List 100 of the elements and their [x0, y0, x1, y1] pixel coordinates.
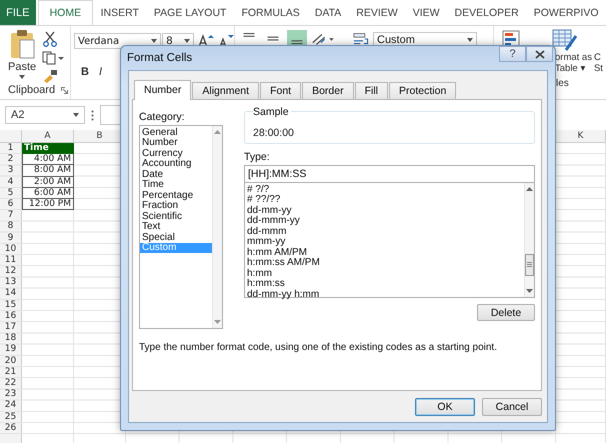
row-header[interactable]: 8	[0, 221, 21, 232]
copy-icon[interactable]	[42, 51, 64, 65]
list-item[interactable]: mmm-yy	[245, 237, 524, 248]
shrink-font-icon[interactable]	[218, 34, 234, 48]
dialog-button[interactable]: Cancel	[482, 398, 542, 416]
list-item[interactable]: General	[140, 128, 212, 138]
scroll-down-icon[interactable]	[214, 320, 221, 324]
caret-icon[interactable]	[73, 113, 79, 117]
dialog-tab[interactable]: Border	[302, 82, 354, 99]
format-as-table-label[interactable]: ormat as	[555, 52, 592, 63]
orientation-icon[interactable]	[311, 31, 335, 47]
grow-font-icon[interactable]	[198, 34, 214, 48]
column-header[interactable]: A	[22, 130, 74, 142]
row-header[interactable]: 17	[0, 322, 21, 334]
launcher-icon[interactable]	[61, 86, 68, 94]
dialog-tab[interactable]: Alignment	[192, 82, 260, 99]
list-item[interactable]: h:mm:ss	[245, 279, 524, 290]
list-item[interactable]: # ?/?	[245, 185, 524, 196]
ribbon-tab[interactable]: DATA	[307, 0, 349, 25]
caret-icon[interactable]	[19, 75, 26, 79]
list-item[interactable]: Scientific	[140, 212, 212, 222]
row-header[interactable]: 6	[0, 198, 21, 210]
ribbon-tab[interactable]: HOME	[38, 0, 94, 25]
caret-icon[interactable]	[151, 39, 158, 43]
list-item[interactable]: dd-mmm-yy	[245, 216, 524, 227]
list-item[interactable]: h:mm AM/PM	[245, 248, 524, 258]
ribbon-tab[interactable]: FORMULAS	[234, 0, 308, 25]
list-item[interactable]: Date	[140, 170, 212, 180]
list-item[interactable]: h:mm	[245, 268, 524, 280]
row-header[interactable]: 3	[0, 165, 21, 177]
row-header[interactable]: 20	[0, 356, 21, 367]
delete-button[interactable]: Delete	[477, 304, 535, 321]
row-header[interactable]: 2	[0, 154, 21, 166]
list-item[interactable]: Accounting	[140, 159, 212, 170]
ribbon-tab[interactable]: POWERPIVO	[526, 0, 606, 25]
ribbon-tab[interactable]: REVIEW	[348, 0, 406, 25]
row-header[interactable]: 25	[0, 412, 21, 423]
row-header[interactable]: 7	[0, 210, 21, 222]
dialog-tab[interactable]: Protection	[389, 82, 456, 99]
wrap-text-icon[interactable]	[352, 31, 369, 47]
dialog-tab[interactable]: Number	[134, 80, 192, 100]
row-header[interactable]: 13	[0, 277, 21, 288]
list-item[interactable]: dd-mmm	[245, 226, 524, 238]
close-button[interactable]	[526, 46, 553, 62]
list-item[interactable]: # ??/??	[245, 195, 524, 206]
paste-button[interactable]: Paste	[8, 61, 36, 73]
row-header[interactable]: 10	[0, 244, 21, 255]
ribbon-tab[interactable]: VIEW	[405, 0, 448, 25]
scroll-up-icon[interactable]	[526, 187, 533, 191]
list-item[interactable]: Text	[140, 222, 212, 233]
scrollbar[interactable]	[212, 126, 222, 328]
row-header[interactable]: 18	[0, 333, 21, 344]
list-item[interactable]: dd-mm-yy h:mm	[245, 290, 524, 300]
file-tab[interactable]: FILE	[0, 0, 36, 25]
row-header[interactable]: 26	[0, 422, 21, 434]
list-item[interactable]: Special	[140, 232, 212, 243]
clipboard-icon[interactable]	[9, 29, 36, 59]
cell-styles-label[interactable]: St	[594, 63, 603, 74]
dialog-tab[interactable]: Fill	[354, 82, 388, 99]
row-header[interactable]: 16	[0, 310, 21, 322]
list-item[interactable]: Percentage	[140, 190, 212, 202]
scroll-thumb[interactable]	[525, 254, 534, 276]
list-item[interactable]: Fraction	[140, 201, 212, 212]
list-item[interactable]: h:mm:ss AM/PM	[245, 258, 524, 269]
list-item[interactable]: Number	[140, 138, 212, 149]
caret-icon[interactable]	[467, 38, 473, 42]
table-icon[interactable]	[552, 28, 578, 52]
scrollbar[interactable]	[524, 183, 534, 297]
row-header[interactable]: 9	[0, 232, 21, 244]
format-as-table-label[interactable]: Table ▾	[555, 63, 592, 74]
list-item[interactable]: Currency	[140, 148, 212, 160]
scissors-icon[interactable]	[42, 31, 58, 47]
bold-button[interactable]: B	[81, 66, 90, 78]
row-header[interactable]: 4	[0, 176, 21, 188]
row-header[interactable]: 23	[0, 389, 21, 400]
row-header[interactable]: 19	[0, 344, 21, 356]
row-header[interactable]: 14	[0, 288, 21, 300]
italic-button[interactable]: I	[99, 66, 108, 78]
list-item[interactable]: dd-mm-yy	[245, 206, 524, 216]
row-header[interactable]: 12	[0, 266, 21, 278]
row-header[interactable]: 24	[0, 400, 21, 412]
dialog-tab[interactable]: Font	[260, 82, 302, 99]
row-header[interactable]: 5	[0, 188, 21, 199]
brush-icon[interactable]	[42, 69, 58, 83]
caret-icon[interactable]	[184, 39, 190, 43]
row-header[interactable]: 11	[0, 254, 21, 266]
help-button[interactable]: ?	[499, 46, 526, 62]
type-input[interactable]: [HH]:MM:SS	[244, 165, 535, 182]
name-box[interactable]: A2	[5, 106, 85, 124]
row-header[interactable]: 1	[0, 143, 21, 154]
scroll-down-icon[interactable]	[526, 289, 533, 293]
ribbon-tab[interactable]: INSERT	[93, 0, 146, 25]
row-header[interactable]: 22	[0, 378, 21, 390]
ribbon-tab[interactable]: PAGE LAYOUT	[146, 0, 234, 25]
list-item[interactable]: Time	[140, 180, 212, 191]
row-header[interactable]: 21	[0, 366, 21, 378]
cell-styles-label[interactable]: C	[594, 52, 603, 63]
ribbon-tab[interactable]: DEVELOPER	[447, 0, 526, 25]
close-icon[interactable]	[534, 50, 544, 58]
row-header[interactable]: 15	[0, 300, 21, 311]
